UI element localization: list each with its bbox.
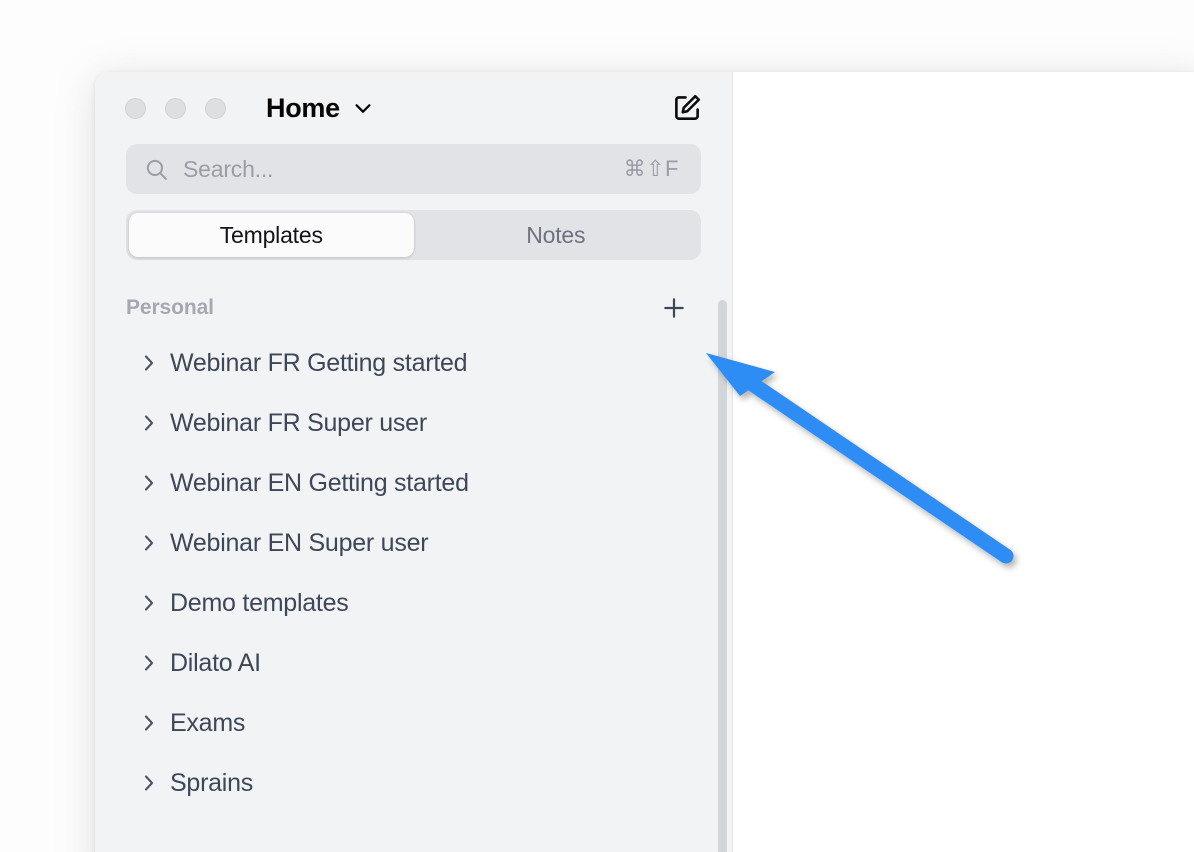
add-template-button[interactable] xyxy=(657,291,691,325)
section-title: Personal xyxy=(126,296,214,319)
list-item[interactable]: Demo templates xyxy=(126,573,732,633)
list-item[interactable]: Dilato AI xyxy=(126,633,732,693)
plus-icon xyxy=(664,298,684,318)
list-item[interactable]: Sprains xyxy=(126,753,732,813)
tab-notes[interactable]: Notes xyxy=(414,213,699,257)
list-item[interactable]: Webinar FR Getting started xyxy=(126,333,732,393)
list-item-label: Webinar EN Getting started xyxy=(170,468,469,497)
list-item-label: Dilato AI xyxy=(170,648,261,677)
chevron-right-icon xyxy=(144,715,154,731)
search-shortcut-hint: ⌘⇧F xyxy=(623,156,679,181)
chevron-right-icon xyxy=(144,355,154,371)
list-item[interactable]: Webinar EN Super user xyxy=(126,513,732,573)
list-item-label: Webinar FR Getting started xyxy=(170,348,468,377)
section-header-personal: Personal xyxy=(95,288,732,328)
list-item-label: Demo templates xyxy=(170,588,349,617)
template-tree-list: Webinar FR Getting started Webinar FR Su… xyxy=(95,333,732,813)
chevron-right-icon xyxy=(144,775,154,791)
compose-button[interactable] xyxy=(670,91,704,125)
traffic-lights xyxy=(125,97,226,119)
close-button[interactable] xyxy=(125,97,146,119)
chevron-right-icon xyxy=(144,415,154,431)
tabs-container: Templates Notes xyxy=(95,194,732,260)
workspace-switcher[interactable]: Home xyxy=(266,92,374,123)
zoom-button[interactable] xyxy=(205,97,226,119)
sidebar-scrollbar-track xyxy=(718,300,727,852)
app-window: Home Search... ⌘⇧F Templates Notes Perso… xyxy=(95,72,1194,852)
page-title: Home xyxy=(266,92,340,123)
chevron-down-icon xyxy=(355,104,371,113)
search-placeholder: Search... xyxy=(183,155,274,182)
search-icon xyxy=(146,159,167,180)
chevron-right-icon xyxy=(144,595,154,611)
content-pane xyxy=(733,72,1194,852)
chevron-right-icon xyxy=(144,475,154,491)
list-item-label: Webinar EN Super user xyxy=(170,528,429,557)
compose-square-pencil-icon xyxy=(675,94,701,120)
chevron-right-icon xyxy=(144,655,154,671)
sidebar: Home Search... ⌘⇧F Templates Notes Perso… xyxy=(95,72,733,852)
list-item-label: Sprains xyxy=(170,768,254,797)
list-item[interactable]: Webinar FR Super user xyxy=(126,393,732,453)
tab-templates[interactable]: Templates xyxy=(129,213,414,257)
chevron-right-icon xyxy=(144,535,154,551)
sidebar-scrollbar[interactable] xyxy=(718,300,727,852)
minimize-button[interactable] xyxy=(165,97,186,119)
segmented-control: Templates Notes xyxy=(126,210,701,260)
list-item-label: Webinar FR Super user xyxy=(170,408,427,437)
search-container: Search... ⌘⇧F xyxy=(95,144,732,194)
list-item-label: Exams xyxy=(170,708,246,737)
list-item[interactable]: Exams xyxy=(126,693,732,753)
window-titlebar: Home xyxy=(95,72,732,144)
list-item[interactable]: Webinar EN Getting started xyxy=(126,453,732,513)
search-input[interactable]: Search... ⌘⇧F xyxy=(126,144,701,194)
screenshot-root: Home Search... ⌘⇧F Templates Notes Perso… xyxy=(0,0,1194,852)
